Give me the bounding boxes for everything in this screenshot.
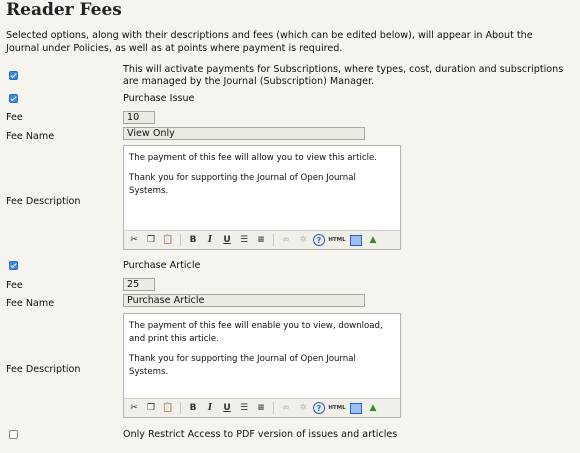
editor-toolbar: ✂ ❐ 📋 B I U ☰ ≡ ∞ ✲ ? HTML ▲ [124,230,400,249]
image-icon[interactable]: ▲ [366,401,380,415]
article-fee-input[interactable]: 25 [123,278,155,291]
desc-paragraph: Thank you for supporting the Journal of … [129,354,356,377]
purchase-article-checkbox[interactable] [9,261,18,270]
issue-fee-input[interactable]: 10 [123,111,155,124]
article-fee-description-label: Fee Description [6,364,81,375]
bold-icon[interactable]: B [186,401,200,415]
paste-icon[interactable]: 📋 [161,401,175,415]
article-fee-description-editor[interactable]: The payment of this fee will enable you … [123,313,401,418]
bold-icon[interactable]: B [186,233,200,247]
image-icon[interactable]: ▲ [366,233,380,247]
copy-icon[interactable]: ❐ [144,233,158,247]
toolbar-divider [273,402,274,414]
unlink-icon[interactable]: ✲ [296,401,310,415]
underline-icon[interactable]: U [220,401,234,415]
toolbar-divider [180,234,181,246]
help-icon[interactable]: ? [313,234,325,246]
numbered-list-icon[interactable]: ≡ [254,401,268,415]
editor-toolbar: ✂ ❐ 📋 B I U ☰ ≡ ∞ ✲ ? HTML ▲ [124,398,400,417]
fullscreen-icon[interactable] [349,401,363,415]
desc-paragraph: Thank you for supporting the Journal of … [129,173,356,196]
underline-icon[interactable]: U [220,233,234,247]
bullet-list-icon[interactable]: ☰ [237,401,251,415]
article-fee-label: Fee [6,280,23,291]
issue-fee-name-input[interactable]: View Only [123,127,365,140]
desc-paragraph: The payment of this fee will allow you t… [129,153,377,163]
html-icon[interactable]: HTML [328,233,346,247]
link-icon[interactable]: ∞ [279,233,293,247]
copy-icon[interactable]: ❐ [144,401,158,415]
article-fee-name-label: Fee Name [6,298,55,309]
link-icon[interactable]: ∞ [279,401,293,415]
intro-text: Selected options, along with their descr… [6,30,533,54]
page-title: Reader Fees [6,0,122,20]
toolbar-divider [273,234,274,246]
desc-paragraph: The payment of this fee will enable you … [129,321,383,344]
issue-fee-label: Fee [6,112,23,123]
help-icon[interactable]: ? [313,402,325,414]
html-icon[interactable]: HTML [328,401,346,415]
cut-icon[interactable]: ✂ [127,401,141,415]
purchase-issue-label: Purchase Issue [123,93,195,104]
cut-icon[interactable]: ✂ [127,233,141,247]
subscriptions-text: This will activate payments for Subscrip… [123,64,564,87]
paste-icon[interactable]: 📋 [161,233,175,247]
toolbar-divider [180,402,181,414]
numbered-list-icon[interactable]: ≡ [254,233,268,247]
purchase-article-label: Purchase Article [123,260,201,271]
bullet-list-icon[interactable]: ☰ [237,233,251,247]
editor-content[interactable]: The payment of this fee will enable you … [124,314,400,392]
editor-content[interactable]: The payment of this fee will allow you t… [124,146,400,211]
restrict-pdf-label: Only Restrict Access to PDF version of i… [123,429,398,440]
italic-icon[interactable]: I [203,233,217,247]
purchase-issue-checkbox[interactable] [9,94,18,103]
issue-fee-description-editor[interactable]: The payment of this fee will allow you t… [123,145,401,250]
issue-fee-description-label: Fee Description [6,196,81,207]
issue-fee-name-label: Fee Name [6,131,55,142]
unlink-icon[interactable]: ✲ [296,233,310,247]
fullscreen-icon[interactable] [349,233,363,247]
italic-icon[interactable]: I [203,401,217,415]
subscriptions-checkbox[interactable] [9,71,18,80]
restrict-pdf-checkbox[interactable] [9,430,18,439]
article-fee-name-input[interactable]: Purchase Article [123,294,365,307]
